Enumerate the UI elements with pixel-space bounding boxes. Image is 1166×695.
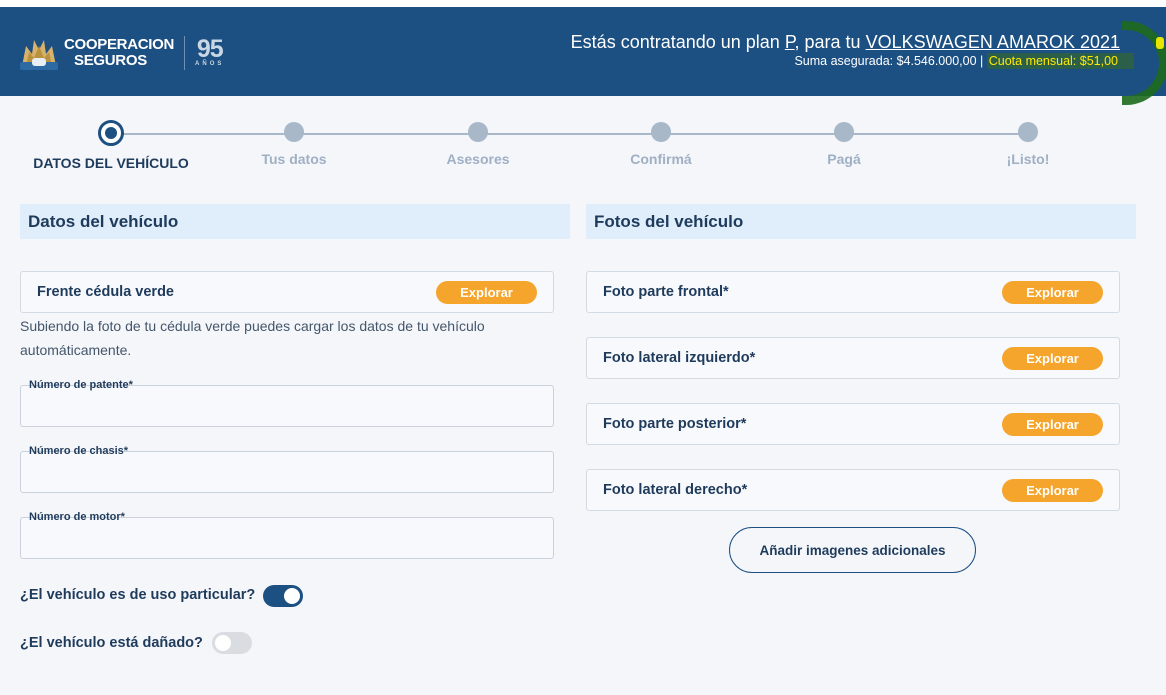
green-card-helper-text: Subiendo la foto de tu cédula verde pued…	[20, 318, 485, 358]
logo-anniversary: 95 AÑOS	[195, 35, 225, 68]
step-active-icon	[98, 120, 124, 146]
logo-years: 95	[196, 35, 224, 63]
toggle-knob	[284, 588, 300, 604]
photo-rear-explore-button[interactable]: Explorar	[1002, 413, 1103, 436]
chassis-field-label: Número de chasis*	[29, 445, 129, 457]
step-pay[interactable]: Pagá	[752, 122, 936, 167]
engine-field-label: Número de motor*	[29, 511, 125, 523]
toggle-knob	[215, 635, 231, 651]
plate-field-label: Número de patente*	[29, 379, 133, 391]
photo-right-upload: Foto lateral derecho* Explorar	[586, 469, 1120, 511]
chassis-field: Número de chasis*	[20, 445, 554, 493]
green-card-explore-button[interactable]: Explorar	[436, 281, 537, 304]
photo-left-explore-button[interactable]: Explorar	[1002, 347, 1103, 370]
logo-line-1: COOPERACION	[64, 36, 175, 53]
logo-wordmark: COOPERACION SEGUROS	[64, 37, 174, 69]
step-pending-icon	[834, 122, 854, 142]
plan-title-prefix: Estás contratando un plan	[570, 32, 785, 52]
step-label: Tus datos	[261, 151, 327, 167]
header-bar: COOPERACION SEGUROS 95 AÑOS Estás contra…	[0, 7, 1166, 105]
plan-summary-title: Estás contratando un plan P, para tu VOL…	[571, 32, 1120, 53]
step-pending-icon	[1018, 122, 1038, 142]
plate-field: Número de patente*	[20, 379, 554, 427]
step-label: Pagá	[827, 151, 861, 167]
photo-right-explore-button[interactable]: Explorar	[1002, 479, 1103, 502]
step-pending-icon	[651, 122, 671, 142]
photo-front-explore-button[interactable]: Explorar	[1002, 281, 1103, 304]
logo-emblem-icon	[20, 36, 58, 70]
sum-insured: Suma asegurada: $4.546.000,00	[794, 54, 977, 68]
step-label: Confirmá	[630, 151, 692, 167]
green-card-label: Frente cédula verde	[37, 284, 174, 300]
marker-highlight	[1156, 37, 1164, 49]
logo-divider	[184, 36, 186, 70]
step-your-data[interactable]: Tus datos	[202, 122, 386, 167]
private-use-toggle[interactable]	[263, 585, 303, 607]
add-images-button[interactable]: Añadir imagenes adicionales	[729, 527, 976, 573]
engine-input[interactable]	[29, 530, 543, 556]
top-strip	[0, 0, 1166, 7]
vehicle-name-link[interactable]: VOLKSWAGEN AMAROK 2021	[866, 32, 1120, 52]
vehicle-data-section-title: Datos del vehículo	[20, 204, 570, 239]
monthly-fee-text: Cuota mensual: $51,00	[988, 54, 1118, 68]
plate-input[interactable]	[29, 398, 543, 424]
step-label: ¡Listo!	[1006, 151, 1050, 167]
photo-left-label: Foto lateral izquierdo*	[603, 350, 756, 366]
step-pending-icon	[284, 122, 304, 142]
logo-line-2: SEGUROS	[74, 52, 147, 69]
damaged-toggle[interactable]	[212, 632, 252, 654]
plan-title-mid: , para tu	[794, 32, 866, 52]
private-use-question: ¿El vehículo es de uso particular?	[20, 587, 256, 603]
step-done[interactable]: ¡Listo!	[936, 122, 1120, 167]
damaged-question: ¿El vehículo está dañado?	[20, 635, 203, 651]
step-advisors[interactable]: Asesores	[386, 122, 570, 167]
photo-left-upload: Foto lateral izquierdo* Explorar	[586, 337, 1120, 379]
step-label: DATOS DEL VEHÍCULO	[33, 155, 189, 171]
step-label: Asesores	[446, 151, 510, 167]
vehicle-photos-section-title: Fotos del vehículo	[586, 204, 1136, 239]
photo-rear-upload: Foto parte posterior* Explorar	[586, 403, 1120, 445]
plan-summary-subtitle: Suma asegurada: $4.546.000,00 | Cuota me…	[794, 54, 1120, 68]
engine-field: Número de motor*	[20, 511, 554, 559]
step-vehicle-data[interactable]: DATOS DEL VEHÍCULO	[19, 120, 203, 171]
photo-right-label: Foto lateral derecho*	[603, 482, 748, 498]
step-confirm[interactable]: Confirmá	[569, 122, 753, 167]
step-pending-icon	[468, 122, 488, 142]
summary-separator: |	[976, 54, 987, 68]
monthly-fee: Cuota mensual: $51,00	[986, 54, 1120, 68]
plan-name-link[interactable]: P	[785, 32, 795, 52]
photo-front-upload: Foto parte frontal* Explorar	[586, 271, 1120, 313]
marker-annotation	[1122, 21, 1166, 105]
photo-front-label: Foto parte frontal*	[603, 284, 729, 300]
green-card-upload: Frente cédula verde Explorar	[20, 271, 554, 313]
chassis-input[interactable]	[29, 464, 543, 490]
cooperacion-logo[interactable]: COOPERACION SEGUROS 95 AÑOS	[20, 35, 224, 71]
logo-years-sub: AÑOS	[195, 61, 225, 67]
photo-rear-label: Foto parte posterior*	[603, 416, 747, 432]
progress-stepper: DATOS DEL VEHÍCULO Tus datos Asesores Co…	[0, 96, 1166, 196]
